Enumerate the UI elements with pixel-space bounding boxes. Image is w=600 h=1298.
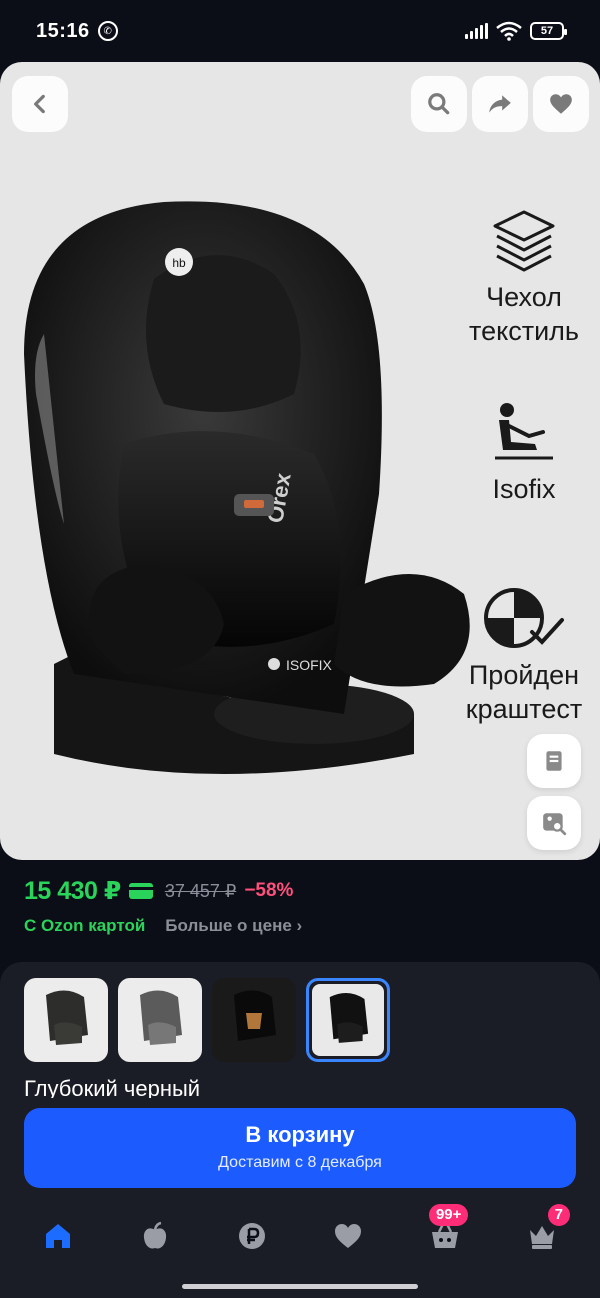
variant-thumb-1[interactable] xyxy=(24,978,108,1062)
status-bar: 15:16 ✆ 57 xyxy=(0,0,600,62)
battery-level: 57 xyxy=(540,25,554,37)
variant-thumb-2[interactable] xyxy=(118,978,202,1062)
back-button[interactable] xyxy=(12,76,68,132)
nav-favorites[interactable] xyxy=(318,1206,378,1266)
nav-cart[interactable]: 99+ xyxy=(415,1204,475,1266)
hb-logo: hb xyxy=(172,256,186,270)
isofix-label: ISOFIX xyxy=(286,657,333,673)
feature-cover-line1: Чехол xyxy=(486,282,562,312)
feature-isofix-label: Isofix xyxy=(492,474,556,504)
heart-icon xyxy=(550,94,572,114)
variant-thumbnails xyxy=(24,978,390,1062)
delivery-date: Доставим с 8 декабря xyxy=(218,1154,382,1171)
bottom-nav: 99+ 7 xyxy=(0,1204,600,1268)
chevron-right-icon: › xyxy=(296,916,303,935)
home-icon xyxy=(46,1224,71,1248)
add-to-cart-button[interactable]: В корзину Доставим с 8 декабря xyxy=(24,1108,576,1188)
feature-crash-test: Пройден краштест xyxy=(452,586,596,726)
heart-icon xyxy=(335,1224,362,1248)
feature-isofix: Isofix xyxy=(458,400,590,506)
apple-icon xyxy=(143,1221,167,1249)
share-button[interactable] xyxy=(472,76,528,132)
nav-profile[interactable]: 7 xyxy=(512,1204,572,1266)
more-price-label: Больше о цене xyxy=(165,916,292,935)
variant-thumb-3[interactable] xyxy=(212,978,296,1062)
cart-badge: 99+ xyxy=(428,1204,469,1226)
car-seat-icon xyxy=(495,403,553,460)
app-screen: 15:16 ✆ 57 hb Orex ISOFIX Чехол текстиль… xyxy=(0,0,600,1298)
feature-cover: Чехол текстиль xyxy=(458,208,590,348)
variant-thumb-4-image xyxy=(312,984,384,1056)
whatsapp-icon: ✆ xyxy=(97,21,118,41)
add-to-cart-label: В корзину xyxy=(245,1122,355,1147)
ozon-card-label: С Ozon картой xyxy=(24,916,146,935)
wifi-icon xyxy=(496,21,522,41)
more-price-link[interactable]: Больше о цене › xyxy=(165,916,302,936)
feature-crash-line1: Пройден xyxy=(468,660,580,690)
home-indicator xyxy=(182,1284,418,1289)
image-search-button[interactable] xyxy=(527,796,581,850)
old-price: 37 457 ₽ xyxy=(164,880,237,901)
product-image-gallery[interactable]: hb Orex ISOFIX Чехол текстиль Isofix Про… xyxy=(0,62,600,860)
image-search-icon xyxy=(543,813,567,836)
ruble-icon xyxy=(238,1223,265,1249)
share-icon xyxy=(489,95,511,113)
description-button[interactable] xyxy=(527,734,581,788)
crown-icon xyxy=(529,1226,554,1249)
ozon-card-icon xyxy=(128,883,153,899)
current-price: 15 430 ₽ xyxy=(24,877,121,905)
signal-icon xyxy=(465,23,488,39)
chevron-left-icon xyxy=(34,94,45,114)
search-button[interactable] xyxy=(411,76,467,132)
variant-thumb-4-selected[interactable] xyxy=(306,978,390,1062)
book-icon xyxy=(546,751,562,771)
status-right: 57 xyxy=(465,21,567,41)
discount-badge: −58% xyxy=(244,880,294,901)
feature-cover-line2: текстиль xyxy=(469,316,579,346)
profile-badge: 7 xyxy=(547,1204,570,1226)
battery-icon: 57 xyxy=(530,22,567,40)
crash-test-icon xyxy=(484,588,564,648)
nav-fresh[interactable] xyxy=(125,1206,185,1266)
selected-variant-name: Глубокий черный xyxy=(24,1076,201,1098)
search-icon xyxy=(428,93,450,115)
status-time: 15:16 xyxy=(36,19,90,42)
feature-crash-line2: краштест xyxy=(465,694,583,724)
ozon-card-row: С Ozon картой Больше о цене › xyxy=(24,916,302,936)
price-row: 15 430 ₽ 37 457 ₽ −58% xyxy=(24,876,293,906)
nav-finance[interactable] xyxy=(222,1206,282,1266)
favorite-button[interactable] xyxy=(533,76,589,132)
car-seat-image: hb Orex ISOFIX xyxy=(24,201,470,774)
layers-icon xyxy=(493,210,555,272)
nav-home[interactable] xyxy=(28,1206,88,1266)
